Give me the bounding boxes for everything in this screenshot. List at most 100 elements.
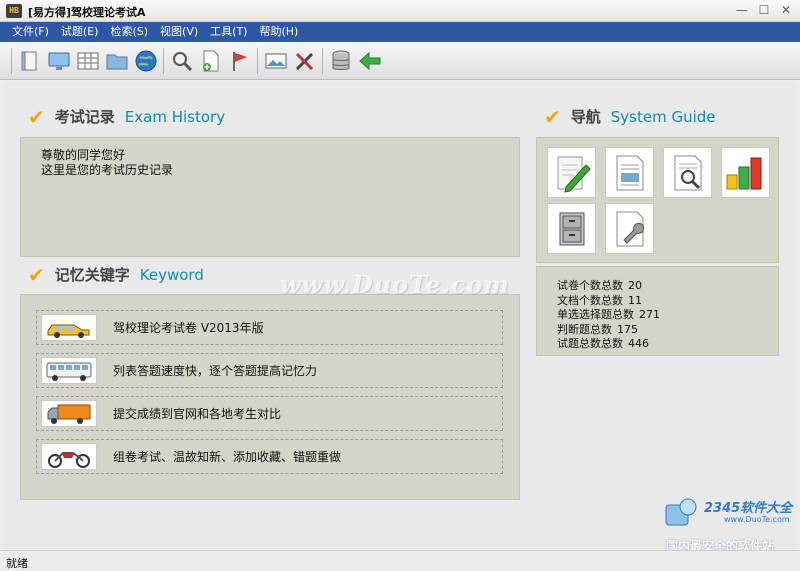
stat-label: 文档个数总数 (557, 293, 623, 307)
window-title: [易方得]驾校理论考试A (28, 6, 146, 19)
stat-label: 单选选择题总数 (557, 308, 634, 321)
bus-icon (46, 362, 92, 381)
checkmark-icon: ✔ (28, 104, 45, 129)
stats-list: 试卷个数总数 20 文档个数总数 11 单选选择题总数 271 判断题总数 175 试题… (557, 279, 660, 352)
minimize-button[interactable]: — (736, 3, 748, 17)
back-button[interactable] (355, 46, 384, 76)
stat-row: 试题总数总数 446 (557, 337, 660, 352)
toolbar-separator (322, 47, 323, 74)
keyword-item[interactable]: 提交成绩到官网和各地考生对比 (36, 396, 503, 431)
cabinet-icon (559, 212, 584, 245)
database-button[interactable] (326, 46, 355, 76)
toolbar-separator (163, 47, 164, 74)
book-button[interactable] (15, 46, 44, 76)
monitor-button[interactable] (44, 46, 73, 76)
folder-icon (106, 54, 127, 69)
motorcycle-icon (48, 451, 90, 468)
guide-tile-chart[interactable] (721, 147, 770, 198)
tools-button[interactable] (290, 46, 319, 76)
stat-row: 单选选择题总数 271 (557, 308, 660, 323)
menu-file[interactable]: 文件(F) (8, 22, 55, 42)
flag-button[interactable] (225, 46, 254, 76)
stat-value: 175 (617, 322, 638, 336)
guide-title-en: System Guide (610, 107, 716, 126)
keyword-title-en: Keyword (139, 265, 204, 284)
search-icon (172, 51, 192, 71)
stats-panel: 试卷个数总数 20 文档个数总数 11 单选选择题总数 271 判断题总数 175 试题… (536, 266, 779, 356)
stat-row: 文档个数总数 11 (557, 294, 660, 309)
history-title-cn: 考试记录 (54, 108, 115, 126)
history-text: 尊敬的同学您好 这里是您的考试历史记录 (41, 148, 173, 178)
taxi-icon (47, 324, 90, 338)
app-icon: HB (6, 4, 22, 18)
guide-tile-cabinet[interactable] (547, 203, 596, 254)
keyword-thumbnail (41, 357, 97, 384)
keyword-item[interactable]: 驾校理论考试卷 V2013年版 (36, 310, 503, 345)
menu-search[interactable]: 检索(S) (104, 22, 154, 42)
window-controls: — ☐ ✕ (736, 3, 792, 17)
menu-tools[interactable]: 工具(T) (204, 22, 253, 42)
bar-chart-icon (726, 157, 761, 189)
guide-tile-edit[interactable] (547, 147, 596, 198)
keyword-title-cn: 记忆关键字 (54, 266, 130, 284)
keyword-text: 列表答题速度快，逐个答题提高记忆力 (113, 364, 318, 378)
brand-name: 2345软件大全 (704, 501, 793, 516)
brand-badge: 2345软件大全 www.DuoTe.com (660, 493, 800, 533)
document-search-icon (674, 155, 701, 190)
keyword-item[interactable]: 组卷考试、温故知新、添加收藏、错题重做 (36, 439, 503, 474)
keyword-text: 提交成绩到官网和各地考生对比 (113, 407, 282, 421)
menu-questions[interactable]: 试题(E) (55, 22, 105, 42)
picture-icon (265, 53, 286, 68)
table-button[interactable] (73, 46, 102, 76)
menu-help[interactable]: 帮助(H) (253, 22, 304, 42)
stat-row: 试卷个数总数 20 (557, 279, 660, 294)
keyword-thumbnail (41, 443, 97, 470)
keyword-text: 驾校理论考试卷 V2013年版 (113, 321, 264, 335)
truck-icon (47, 404, 91, 424)
tools-icon (295, 52, 313, 70)
stat-label: 判断题总数 (557, 322, 612, 336)
title-bar: HB [易方得]驾校理论考试A — ☐ ✕ (0, 0, 800, 22)
guide-tile-document[interactable] (605, 147, 654, 198)
search-button[interactable] (167, 46, 196, 76)
picture-button[interactable] (261, 46, 290, 76)
keyword-thumbnail (41, 400, 97, 427)
globe-button[interactable] (131, 46, 160, 76)
guide-panel (536, 137, 779, 263)
back-arrow-icon (358, 51, 380, 70)
new-document-button[interactable] (196, 46, 225, 76)
folder-button[interactable] (102, 46, 131, 76)
new-document-icon (202, 50, 218, 71)
status-text: 就绪 (6, 557, 28, 570)
status-bar: 就绪 (0, 550, 800, 571)
checkmark-icon: ✔ (544, 104, 561, 129)
keyword-item[interactable]: 列表答题速度快，逐个答题提高记忆力 (36, 353, 503, 388)
menu-view[interactable]: 视图(V) (154, 22, 204, 42)
history-line: 这里是您的考试历史记录 (41, 163, 174, 177)
stat-row: 判断题总数 175 (557, 323, 660, 338)
stat-value: 20 (628, 279, 642, 292)
main-content: ✔ 考试记录 Exam History 尊敬的同学您好 这里是您的考试历史记录 … (2, 82, 798, 549)
database-icon (332, 50, 349, 70)
toolbar (0, 42, 800, 80)
table-icon (77, 52, 98, 69)
brand-url: www.DuoTe.com (724, 515, 790, 524)
flag-icon (232, 51, 247, 71)
guide-tile-document-search[interactable] (663, 147, 712, 198)
checkmark-icon: ✔ (28, 262, 45, 287)
stat-value: 446 (628, 337, 649, 350)
document-icon (616, 155, 643, 190)
stat-value: 271 (639, 308, 660, 321)
maximize-button[interactable]: ☐ (758, 3, 770, 17)
toolbar-separator (257, 47, 258, 74)
close-button[interactable]: ✕ (780, 3, 792, 17)
stat-label: 试卷个数总数 (557, 279, 623, 292)
guide-title-cn: 导航 (570, 108, 601, 126)
edit-pencil-icon (557, 156, 591, 193)
watermark-text: www.DuoTe.com (280, 270, 510, 299)
monitor-icon (48, 52, 69, 70)
guide-tile-settings[interactable] (605, 203, 654, 254)
keyword-text: 组卷考试、温故知新、添加收藏、错题重做 (113, 450, 342, 464)
keyword-thumbnail (41, 314, 97, 341)
keyword-section-title: ✔ 记忆关键字 Keyword (28, 264, 204, 285)
